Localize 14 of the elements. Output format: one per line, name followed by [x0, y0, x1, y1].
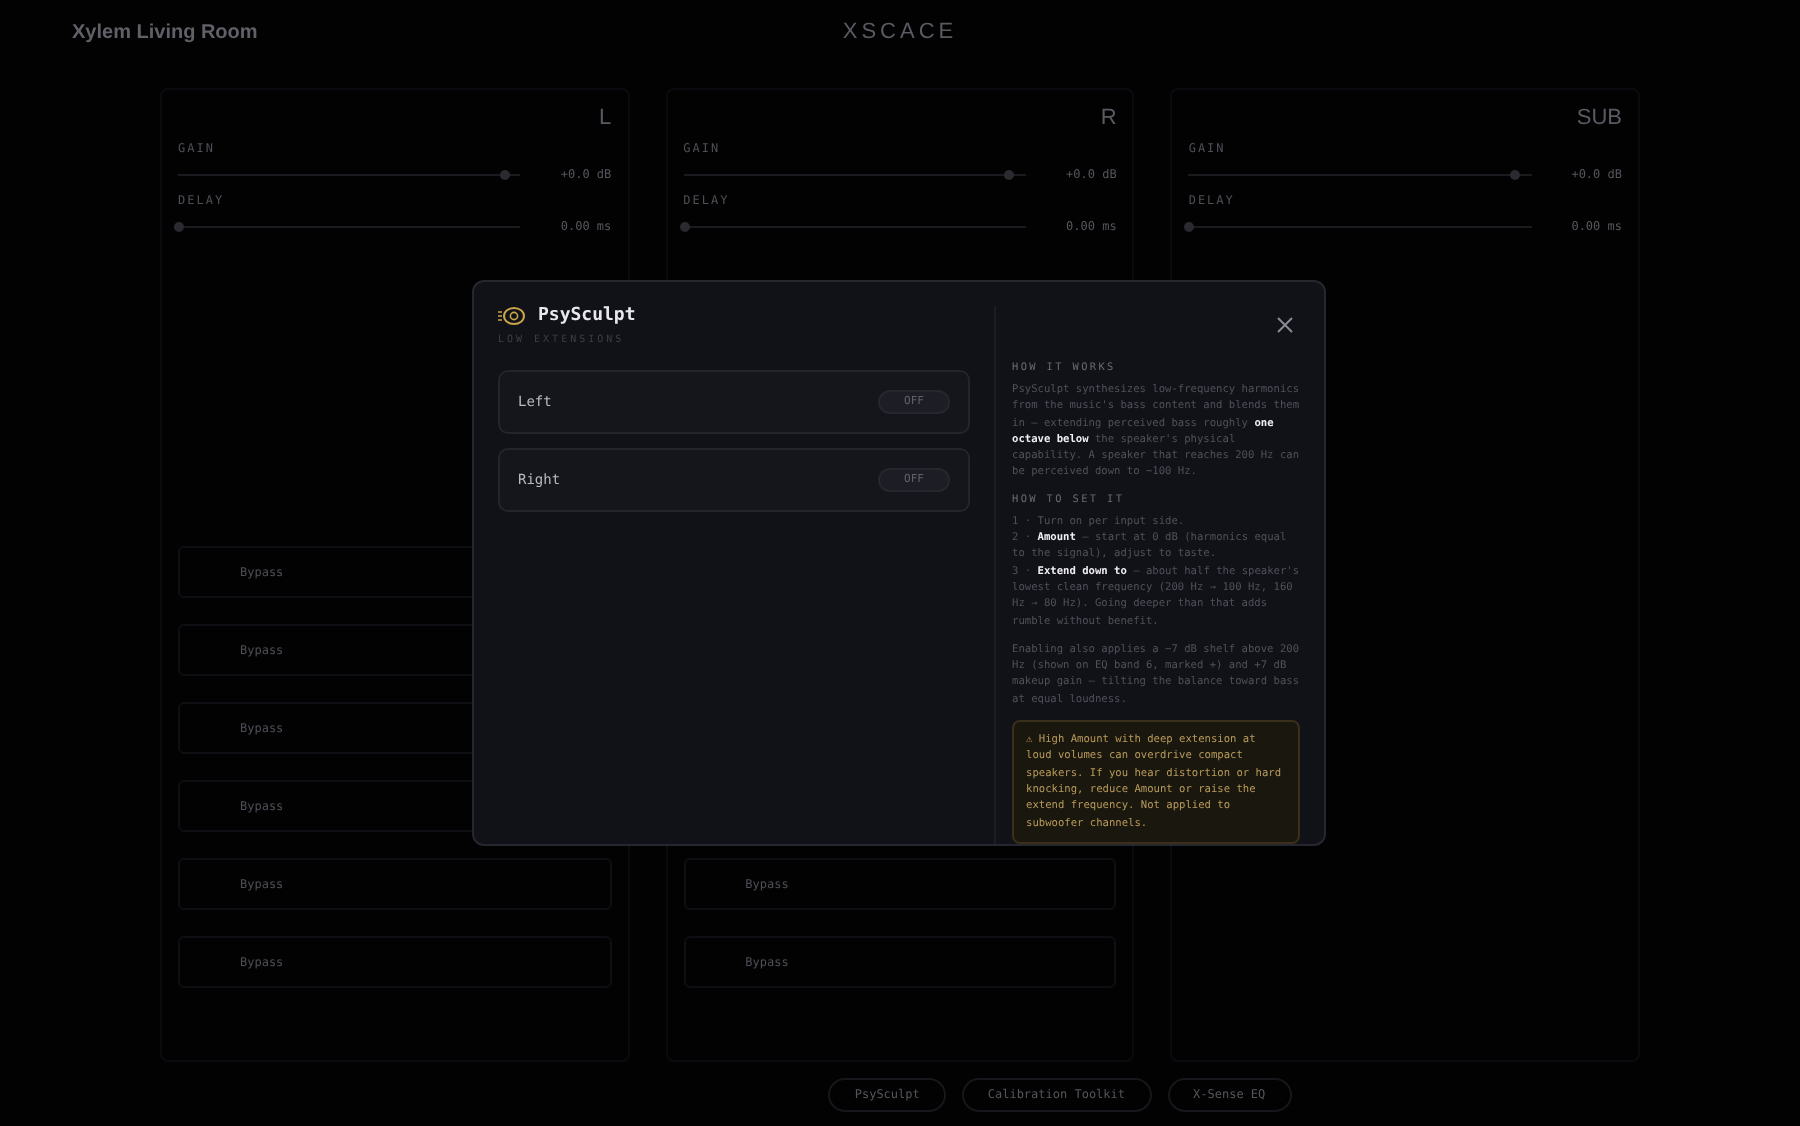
slider-thumb[interactable] [1184, 222, 1195, 232]
slider-thumb[interactable] [679, 222, 690, 232]
slider-thumb[interactable] [1004, 170, 1015, 180]
channel-letter: L [599, 106, 612, 130]
close-icon[interactable] [1274, 314, 1296, 336]
dialog-title: PsySculpt [538, 306, 636, 326]
channel-letter: R [1100, 106, 1117, 130]
channel-letter: SUB [1576, 106, 1622, 130]
room-title: Xylem Living Room [72, 21, 258, 43]
slider-thumb[interactable] [499, 170, 510, 180]
speaker-waves-icon [498, 306, 526, 326]
slider-thumb[interactable] [1510, 170, 1521, 180]
brand-logo: XSCACE [842, 20, 958, 44]
slider-thumb[interactable] [174, 222, 184, 232]
